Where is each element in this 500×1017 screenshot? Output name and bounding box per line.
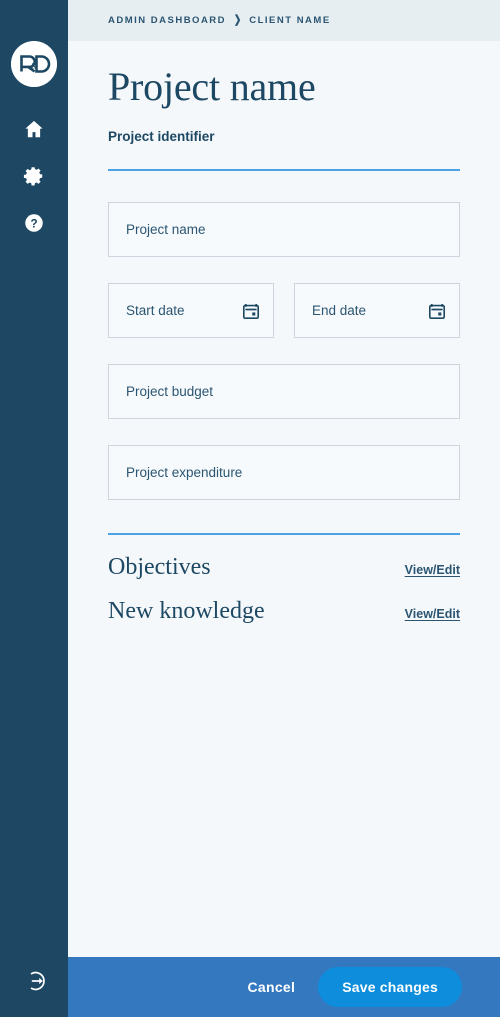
divider-top [108, 169, 460, 171]
new-knowledge-view-edit-link[interactable]: View/Edit [405, 607, 460, 621]
breadcrumb: ADMIN DASHBOARD ❯ CLIENT NAME [68, 0, 500, 41]
calendar-icon[interactable] [428, 302, 446, 320]
objectives-view-edit-link[interactable]: View/Edit [405, 563, 460, 577]
logout-button[interactable] [21, 968, 47, 994]
project-budget-input[interactable]: Project budget [108, 364, 460, 419]
calendar-icon[interactable] [242, 302, 260, 320]
sidebar-item-settings[interactable] [21, 163, 47, 189]
divider-bottom-wrap [108, 533, 460, 535]
rd-logo[interactable]: & [11, 41, 57, 87]
breadcrumb-item-admin-dashboard[interactable]: ADMIN DASHBOARD [108, 15, 226, 26]
section-title-new-knowledge: New knowledge [108, 598, 265, 625]
sections-list: Objectives View/Edit New knowledge View/… [108, 551, 460, 628]
sidebar-item-help[interactable]: ? [21, 210, 47, 236]
cancel-button[interactable]: Cancel [233, 969, 309, 1005]
breadcrumb-item-client-name: CLIENT NAME [249, 15, 331, 26]
svg-text:?: ? [30, 217, 37, 230]
logout-icon [30, 971, 45, 991]
end-date-input[interactable]: End date [294, 283, 460, 338]
date-row: Start date End date [108, 283, 460, 338]
project-name-input[interactable]: Project name [108, 202, 460, 257]
section-row-objectives: Objectives View/Edit [108, 551, 460, 583]
sidebar-footer [0, 968, 68, 994]
home-icon [25, 120, 43, 138]
action-bar: Cancel Save changes [68, 957, 500, 1017]
start-date-input[interactable]: Start date [108, 283, 274, 338]
svg-text:&: & [31, 62, 38, 71]
end-date-input-label: End date [312, 303, 367, 318]
divider-bottom [108, 533, 460, 535]
page-title: Project name [108, 64, 316, 109]
help-question-icon: ? [25, 214, 43, 232]
sidebar: & ? [0, 0, 68, 1017]
section-row-new-knowledge: New knowledge View/Edit [108, 595, 460, 627]
project-form: Project name Start date End date Project… [108, 202, 460, 500]
start-date-input-label: Start date [126, 303, 185, 318]
project-budget-input-label: Project budget [126, 384, 214, 399]
sidebar-item-home[interactable] [21, 116, 47, 142]
project-expenditure-input[interactable]: Project expenditure [108, 445, 460, 500]
section-title-objectives: Objectives [108, 554, 211, 580]
main-column: ADMIN DASHBOARD ❯ CLIENT NAME Project na… [68, 0, 500, 1017]
sidebar-nav: ? [21, 116, 47, 236]
content-area: Project name Project identifier Project … [68, 41, 500, 1017]
app-root: & ? ADMIN DASHBOARD ❯ CLIENT NAME Projec… [0, 0, 500, 1017]
save-changes-button[interactable]: Save changes [318, 967, 462, 1007]
project-expenditure-input-label: Project expenditure [126, 465, 243, 480]
page-subtitle: Project identifier [108, 129, 215, 144]
settings-gear-icon [23, 167, 43, 186]
project-name-input-label: Project name [126, 222, 206, 237]
chevron-right-icon: ❯ [233, 14, 242, 26]
